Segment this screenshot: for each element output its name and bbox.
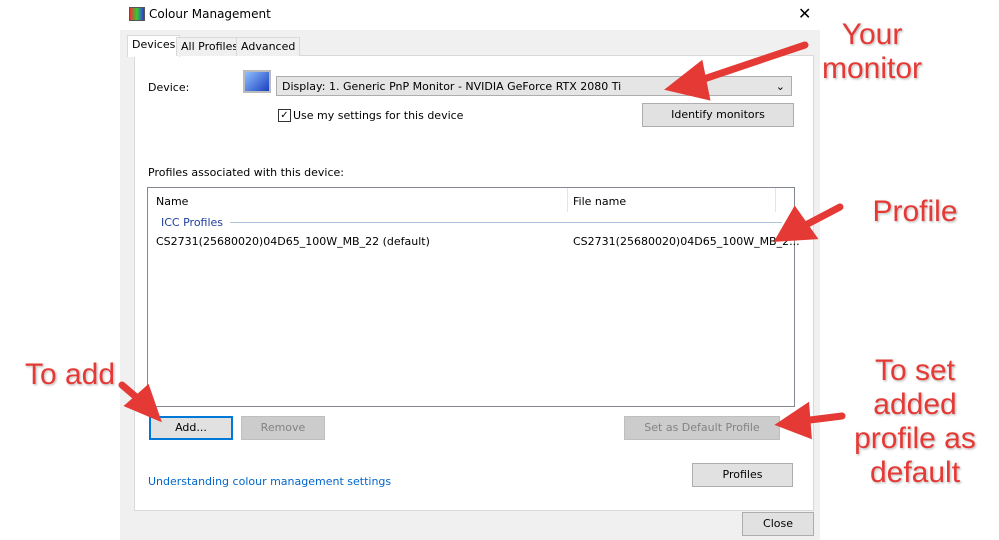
annotation-profile: Profile <box>872 195 958 228</box>
arrowhead-profile <box>773 205 819 242</box>
annotation-add: To add <box>24 358 116 391</box>
arrow-monitor <box>691 41 809 86</box>
annotation-set-default: To set added profile as default <box>854 354 976 489</box>
arrowhead-monitor <box>664 59 711 101</box>
annotation-monitor: Your monitor <box>821 18 923 85</box>
arrowhead-set-default <box>774 401 812 440</box>
